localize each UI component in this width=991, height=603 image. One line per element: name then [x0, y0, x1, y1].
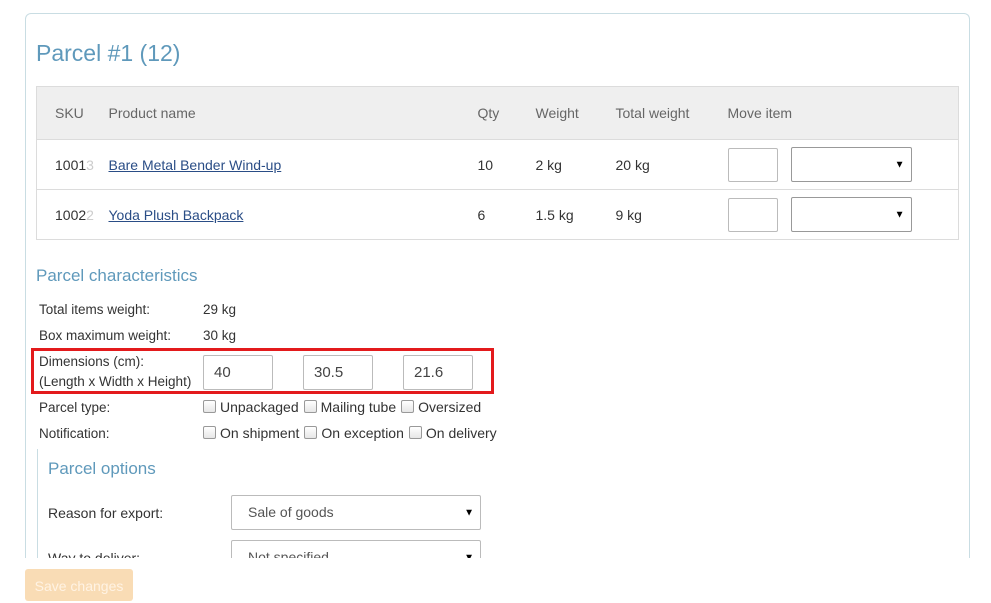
unpackaged-label: Unpackaged	[220, 399, 299, 415]
way-to-deliver-value: Not specified	[248, 549, 329, 558]
total-items-weight-value: 29 kg	[203, 302, 237, 317]
column-header-total-weight: Total weight	[615, 86, 728, 140]
parcel-characteristics-title: Parcel characteristics	[36, 266, 198, 285]
move-qty-input[interactable]	[727, 197, 778, 232]
save-changes-button[interactable]: Save changes	[25, 569, 133, 601]
weight-cell: 1.5 kg	[535, 189, 616, 240]
move-target-select[interactable]: ▼	[790, 147, 912, 182]
table-row: 10013 Bare Metal Bender Wind-up 10 2 kg …	[36, 139, 959, 190]
move-item-controls: ▼	[727, 147, 959, 182]
unpackaged-checkbox[interactable]	[203, 399, 216, 413]
sku-text-tail: 2	[86, 206, 94, 223]
column-header-qty: Qty	[477, 86, 536, 140]
sku-cell: 10013	[36, 139, 109, 190]
parcel-title: Parcel #1 (12)	[36, 40, 181, 66]
oversized-checkbox[interactable]	[401, 399, 415, 413]
mailing-tube-checkbox[interactable]	[303, 399, 317, 413]
notification-label: Notification:	[39, 426, 110, 441]
way-to-deliver-select[interactable]: Not specified ▼	[231, 540, 481, 558]
notification-options: On shipment On exception On delivery	[203, 425, 502, 441]
move-item-cell: ▼	[727, 189, 959, 240]
qty-cell: 6	[477, 189, 536, 240]
parcel-options-section: Parcel options Reason for export: Sale o…	[37, 449, 937, 558]
parcel-type-options: Unpackaged Mailing tube Oversized	[203, 399, 486, 415]
move-target-select[interactable]: ▼	[790, 197, 912, 232]
reason-for-export-value: Sale of goods	[248, 504, 334, 520]
oversized-label: Oversized	[418, 399, 482, 415]
move-item-cell: ▼	[727, 139, 959, 190]
box-max-weight-label: Box maximum weight:	[39, 328, 172, 343]
caret-down-icon: ▼	[894, 209, 905, 220]
parcel-type-label: Parcel type:	[39, 400, 111, 415]
on-shipment-label: On shipment	[220, 425, 300, 441]
table-header-row: SKU Product name Qty Weight Total weight…	[36, 86, 959, 140]
table-row: 10022 Yoda Plush Backpack 6 1.5 kg 9 kg …	[36, 189, 959, 240]
reason-for-export-label: Reason for export:	[48, 505, 164, 521]
caret-down-icon: ▼	[464, 552, 474, 558]
caret-down-icon: ▼	[894, 159, 905, 170]
total-items-weight-label: Total items weight:	[39, 302, 151, 317]
column-header-weight: Weight	[535, 86, 616, 140]
on-shipment-checkbox[interactable]	[203, 425, 216, 439]
mailing-tube-label: Mailing tube	[320, 399, 397, 415]
sku-text: 1002	[55, 206, 87, 223]
weight-cell: 2 kg	[535, 139, 616, 190]
caret-down-icon: ▼	[464, 507, 474, 518]
dimensions-highlight	[31, 348, 494, 394]
move-item-controls: ▼	[727, 197, 959, 232]
column-header-product-name: Product name	[108, 86, 478, 140]
product-link[interactable]: Bare Metal Bender Wind-up	[109, 157, 282, 173]
product-link[interactable]: Yoda Plush Backpack	[109, 207, 244, 223]
sku-cell: 10022	[36, 189, 109, 240]
parcel-options-title: Parcel options	[48, 459, 156, 478]
on-delivery-checkbox[interactable]	[408, 425, 422, 439]
on-exception-label: On exception	[321, 425, 404, 441]
product-name-cell: Bare Metal Bender Wind-up	[108, 139, 478, 190]
total-weight-cell: 9 kg	[615, 189, 728, 240]
on-exception-checkbox[interactable]	[304, 425, 318, 439]
total-weight-cell: 20 kg	[615, 139, 728, 190]
column-header-move-item: Move item	[727, 86, 959, 140]
items-table: SKU Product name Qty Weight Total weight…	[36, 86, 959, 240]
on-delivery-label: On delivery	[425, 425, 497, 441]
column-header-sku: SKU	[36, 86, 109, 140]
sku-text: 1001	[55, 156, 87, 173]
sku-text-tail: 3	[86, 156, 94, 173]
move-qty-input[interactable]	[727, 147, 778, 182]
way-to-deliver-label: Way to deliver:	[48, 550, 141, 558]
reason-for-export-select[interactable]: Sale of goods ▼	[231, 495, 481, 530]
qty-cell: 10	[477, 139, 536, 190]
product-name-cell: Yoda Plush Backpack	[108, 189, 478, 240]
box-max-weight-value: 30 kg	[203, 328, 237, 343]
parcel-panel: Parcel #1 (12) SKU Product name Qty Weig…	[25, 13, 970, 558]
